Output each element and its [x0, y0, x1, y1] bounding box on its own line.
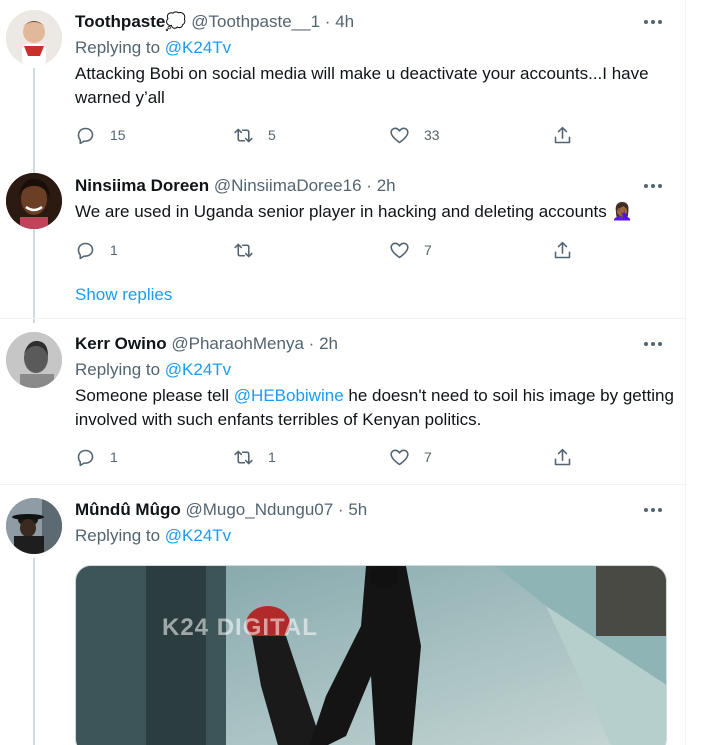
show-replies-link[interactable]: Show replies — [75, 285, 172, 305]
tweet-text: We are used in Uganda senior player in h… — [75, 202, 633, 221]
separator-dot: · — [366, 176, 372, 195]
timestamp[interactable]: 4h — [335, 12, 354, 31]
tweet-text-prefix: Someone please tell — [75, 386, 234, 405]
divider — [0, 484, 686, 485]
avatar[interactable] — [6, 173, 62, 229]
retweet-icon — [234, 450, 253, 464]
avatar[interactable] — [6, 10, 62, 66]
separator-dot: · — [324, 12, 331, 31]
display-name[interactable]: Toothpaste💭 — [75, 12, 187, 31]
display-name[interactable]: Kerr Owino — [75, 334, 167, 353]
reply-button[interactable]: 15 — [75, 123, 126, 147]
replying-to-link[interactable]: @K24Tv — [165, 38, 231, 57]
more-options-button[interactable] — [641, 175, 665, 197]
tweet-text: Someone please tell @HEBobiwine he doesn… — [75, 384, 675, 432]
retweet-button[interactable]: 1 — [233, 445, 276, 469]
retweet-count: 1 — [268, 449, 276, 465]
user-handle[interactable]: @PharaohMenya — [171, 334, 304, 353]
like-count: 33 — [424, 127, 440, 143]
heart-icon — [390, 127, 409, 143]
divider — [0, 318, 686, 319]
reply-count: 1 — [110, 242, 118, 258]
retweet-button[interactable] — [233, 238, 268, 262]
tweet-header: Toothpaste💭 @Toothpaste__1 · 4h — [75, 11, 354, 33]
video-still — [76, 566, 666, 745]
display-name[interactable]: Ninsiima Doreen — [75, 176, 209, 195]
more-options-button[interactable] — [641, 11, 665, 33]
replying-to-link[interactable]: @K24Tv — [165, 360, 231, 379]
tweet-media-video[interactable]: K24 DIGITAL — [75, 565, 667, 745]
separator-dot: · — [337, 500, 344, 519]
retweet-icon — [234, 243, 253, 257]
thread-dotted-line — [33, 284, 35, 308]
like-button[interactable]: 7 — [389, 445, 432, 469]
share-icon — [554, 448, 571, 465]
like-count: 7 — [424, 449, 432, 465]
replying-to: Replying to @K24Tv — [75, 525, 231, 547]
share-button[interactable] — [552, 123, 573, 147]
replying-to: Replying to @K24Tv — [75, 359, 231, 381]
heart-icon — [390, 449, 409, 465]
reply-icon — [77, 242, 94, 259]
retweet-count: 5 — [268, 127, 276, 143]
thread-line — [33, 558, 35, 745]
like-button[interactable]: 33 — [389, 123, 440, 147]
user-handle[interactable]: @NinsiimaDoree16 — [214, 176, 362, 195]
video-watermark: K24 DIGITAL — [162, 614, 318, 641]
share-icon — [554, 126, 571, 143]
like-count: 7 — [424, 242, 432, 258]
retweet-icon — [234, 128, 253, 142]
avatar[interactable] — [6, 498, 62, 554]
more-options-button[interactable] — [641, 499, 665, 521]
reply-icon — [77, 127, 94, 144]
tweet-actions: 1 7 — [75, 238, 585, 262]
replying-to: Replying to @K24Tv — [75, 37, 231, 59]
like-button[interactable]: 7 — [389, 238, 432, 262]
tweet-text: Attacking Bobi on social media will make… — [75, 64, 649, 107]
reply-button[interactable]: 1 — [75, 238, 118, 262]
tweet-header: Ninsiima Doreen @NinsiimaDoree16 · 2h — [75, 175, 396, 197]
tweet-header: Kerr Owino @PharaohMenya · 2h — [75, 333, 338, 355]
reply-feed: Toothpaste💭 @Toothpaste__1 · 4h Replying… — [0, 0, 686, 745]
separator-dot: · — [308, 334, 315, 353]
tweet-actions: 1 1 7 — [75, 445, 585, 469]
replying-to-label: Replying to — [75, 360, 161, 379]
heart-icon — [390, 242, 409, 258]
timestamp[interactable]: 2h — [319, 334, 338, 353]
reply-count: 1 — [110, 449, 118, 465]
share-button[interactable] — [552, 445, 573, 469]
more-options-button[interactable] — [641, 333, 665, 355]
replying-to-label: Replying to — [75, 526, 161, 545]
share-button[interactable] — [552, 238, 573, 262]
share-icon — [554, 241, 571, 258]
reply-count: 15 — [110, 127, 126, 143]
user-handle[interactable]: @Mugo_Ndungu07 — [185, 500, 333, 519]
timestamp[interactable]: 5h — [348, 500, 367, 519]
timestamp[interactable]: 2h — [377, 176, 396, 195]
display-name[interactable]: Mûndû Mûgo — [75, 500, 181, 519]
mention-link[interactable]: @HEBobiwine — [234, 386, 344, 405]
retweet-button[interactable]: 5 — [233, 123, 276, 147]
replying-to-link[interactable]: @K24Tv — [165, 526, 231, 545]
tweet-header: Mûndû Mûgo @Mugo_Ndungu07 · 5h — [75, 499, 367, 521]
reply-icon — [77, 449, 94, 466]
avatar[interactable] — [6, 332, 62, 388]
replying-to-label: Replying to — [75, 38, 161, 57]
user-handle[interactable]: @Toothpaste__1 — [191, 12, 320, 31]
tweet-actions: 15 5 33 — [75, 123, 585, 147]
reply-button[interactable]: 1 — [75, 445, 118, 469]
